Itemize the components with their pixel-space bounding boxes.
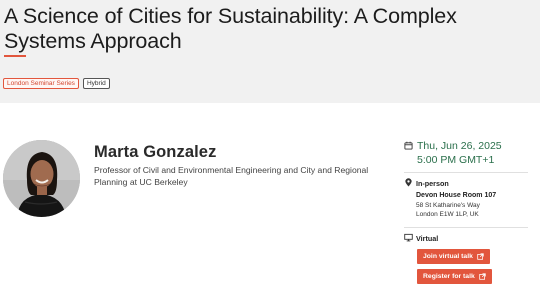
speaker-name[interactable]: Marta Gonzalez bbox=[94, 143, 216, 162]
venue-address-line2: London E1W 1LP, UK bbox=[416, 211, 479, 218]
speaker-affiliation: Professor of Civil and Environmental Eng… bbox=[94, 165, 369, 187]
venue-address-line1: 58 St Katharine's Way bbox=[416, 202, 480, 209]
register-for-talk-label: Register for talk bbox=[423, 273, 475, 280]
event-time: 5:00 PM GMT+1 bbox=[417, 154, 495, 166]
title-underline-accent bbox=[4, 55, 26, 57]
event-date: Thu, Jun 26, 2025 bbox=[417, 140, 502, 152]
speaker-photo bbox=[3, 140, 80, 217]
external-link-icon bbox=[479, 273, 486, 280]
join-virtual-talk-label: Join virtual talk bbox=[423, 253, 473, 260]
calendar-icon bbox=[404, 141, 413, 150]
register-for-talk-button[interactable]: Register for talk bbox=[417, 269, 492, 284]
event-tags: London Seminar Series Hybrid bbox=[3, 78, 110, 89]
event-title: A Science of Cities for Sustainability: … bbox=[4, 4, 457, 53]
in-person-label: In-person bbox=[416, 179, 449, 188]
join-virtual-talk-button[interactable]: Join virtual talk bbox=[417, 249, 490, 264]
external-link-icon bbox=[477, 253, 484, 260]
event-header: A Science of Cities for Sustainability: … bbox=[0, 0, 540, 103]
tag-series[interactable]: London Seminar Series bbox=[3, 78, 79, 89]
side-divider bbox=[404, 227, 528, 228]
side-divider bbox=[404, 172, 528, 173]
speaker-avatar bbox=[3, 140, 80, 217]
tag-format: Hybrid bbox=[82, 78, 110, 89]
monitor-icon bbox=[404, 233, 413, 242]
venue-name: Devon House Room 107 bbox=[416, 192, 497, 199]
location-pin-icon bbox=[405, 178, 412, 187]
virtual-label: Virtual bbox=[416, 234, 439, 243]
